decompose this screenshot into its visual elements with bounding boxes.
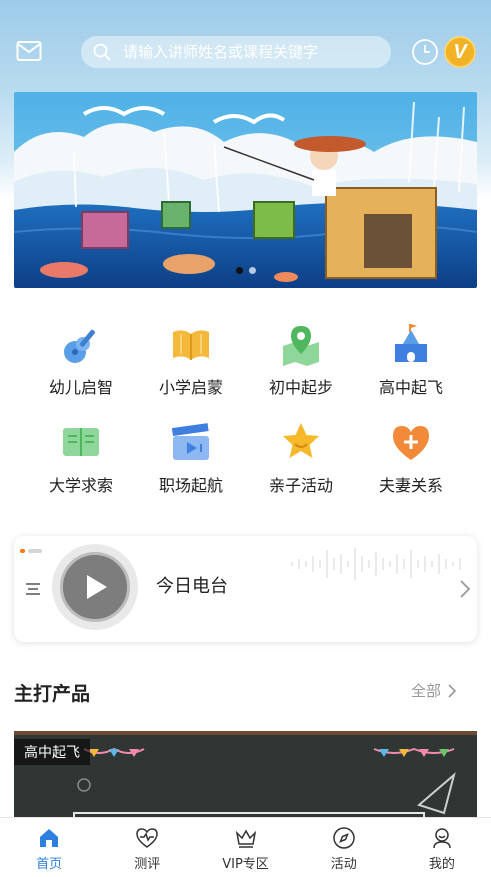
mail-icon[interactable] — [16, 40, 42, 62]
category-career[interactable]: 职场起航 — [136, 420, 246, 518]
category-label: 高中起飞 — [378, 378, 443, 397]
category-marriage[interactable]: 夫妻关系 — [356, 420, 466, 518]
chevron-right-icon[interactable] — [458, 578, 472, 600]
category-junior-high[interactable]: 初中起步 — [246, 322, 356, 420]
playlist-icon[interactable] — [24, 580, 42, 598]
section-title: 主打产品 — [14, 683, 91, 705]
vip-badge[interactable]: V — [444, 36, 476, 68]
castle-icon — [395, 324, 427, 362]
tab-label: 测评 — [134, 857, 161, 872]
radio-indicator — [20, 549, 25, 553]
category-preschool[interactable]: 幼儿启智 — [26, 322, 136, 420]
radio-indicator — [28, 549, 42, 553]
map-pin-icon — [283, 326, 319, 366]
tab-label: VIP专区 — [222, 857, 269, 872]
tab-label: 首页 — [36, 857, 63, 872]
category-grid: 幼儿启智 小学启蒙 初中起步 高中起飞 大学求索 职场起航 亲子活动 夫妻关系 — [0, 322, 491, 518]
tab-assessment[interactable]: 测评 — [98, 818, 196, 877]
home-icon — [40, 829, 59, 847]
tab-activity[interactable]: 活动 — [295, 818, 393, 877]
banner-illustration — [14, 92, 477, 288]
play-icon — [87, 575, 107, 599]
search-icon — [93, 43, 111, 61]
carousel-dot[interactable] — [235, 267, 243, 274]
search-bar[interactable] — [81, 36, 391, 68]
guitar-icon — [64, 329, 95, 363]
daily-radio-card[interactable]: 今日电台 — [14, 536, 477, 642]
star-icon — [283, 423, 319, 458]
book-icon — [63, 428, 99, 456]
carousel-dot[interactable] — [248, 267, 256, 274]
product-card[interactable]: 高中起飞 — [14, 731, 477, 821]
carousel-dots — [14, 267, 477, 274]
category-label: 亲子活动 — [268, 476, 333, 495]
view-all-link[interactable]: 全部 — [411, 680, 457, 701]
play-button[interactable] — [52, 544, 138, 630]
compass-icon — [332, 827, 355, 849]
user-icon — [433, 828, 451, 849]
open-book-icon — [173, 330, 209, 360]
heart-plus-icon — [393, 426, 429, 460]
category-university[interactable]: 大学求索 — [26, 420, 136, 518]
category-label: 小学启蒙 — [158, 378, 223, 397]
category-label: 幼儿启智 — [48, 378, 113, 397]
view-all-label: 全部 — [411, 682, 442, 700]
tab-label: 我的 — [428, 857, 455, 872]
chevron-right-icon — [448, 683, 457, 698]
bottom-tab-bar: 首页 测评 VIP专区 活动 我的 — [0, 817, 491, 877]
category-label: 大学求索 — [48, 476, 113, 495]
category-label: 初中起步 — [268, 378, 333, 397]
tab-vip[interactable]: VIP专区 — [196, 818, 294, 877]
clapperboard-icon — [171, 423, 209, 460]
heart-pulse-icon — [136, 828, 159, 848]
category-parent-child[interactable]: 亲子活动 — [246, 420, 356, 518]
clock-icon[interactable] — [411, 38, 439, 66]
search-input[interactable] — [123, 43, 383, 61]
category-senior-high[interactable]: 高中起飞 — [356, 322, 466, 420]
tab-home[interactable]: 首页 — [0, 818, 98, 877]
category-label: 夫妻关系 — [378, 476, 443, 495]
tab-mine[interactable]: 我的 — [393, 818, 491, 877]
tab-label: 活动 — [330, 857, 357, 872]
banner-carousel[interactable] — [14, 92, 477, 288]
category-primary[interactable]: 小学启蒙 — [136, 322, 246, 420]
category-label: 职场起航 — [158, 476, 223, 495]
radio-title: 今日电台 — [156, 576, 228, 597]
crown-icon — [235, 829, 256, 848]
waveform-decoration — [291, 548, 461, 580]
product-tag: 高中起飞 — [14, 739, 90, 765]
